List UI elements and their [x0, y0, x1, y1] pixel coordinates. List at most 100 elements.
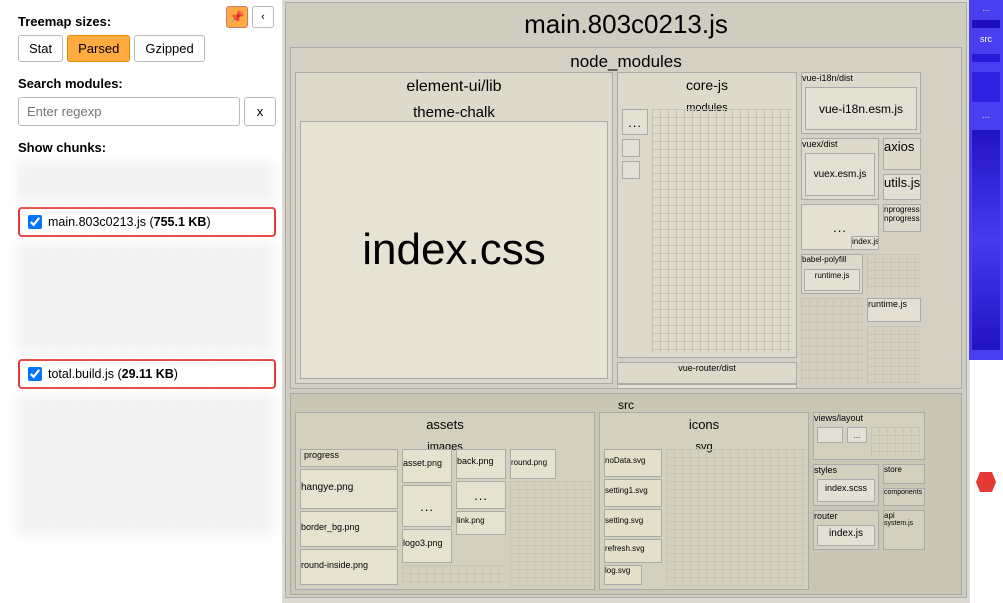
element-ui-block[interactable]: element-ui/lib theme-chalk index.css — [295, 72, 613, 384]
log-svg-block[interactable]: log.svg — [604, 565, 642, 585]
chevron-left-icon: ‹ — [261, 11, 265, 23]
core-js-title: core-js — [618, 73, 796, 98]
assets-block[interactable]: assets images progress hangye.png border… — [295, 412, 595, 590]
module-grid — [652, 109, 792, 353]
chunk-item-total[interactable]: total.build.js (29.11 KB) — [18, 359, 276, 389]
round-inside-png-block[interactable]: round-inside.png — [300, 549, 398, 585]
node-modules-block[interactable]: node_modules element-ui/lib theme-chalk … — [290, 47, 962, 389]
axios-title: axios — [884, 139, 920, 154]
runtime-js-block[interactable]: runtime.js — [804, 269, 860, 291]
utils-js-block[interactable]: utils.js — [883, 174, 921, 200]
dots-block[interactable]: ... — [402, 485, 452, 527]
treemap-root[interactable]: main.803c0213.js node_modules element-ui… — [285, 2, 967, 598]
vuex-esm-label: vuex.esm.js — [814, 169, 867, 180]
svg-grid — [666, 449, 806, 587]
api-block[interactable]: api system.js — [883, 510, 925, 550]
vuex-esm-block[interactable]: vuex.esm.js — [805, 153, 875, 196]
pin-button[interactable]: 📌 — [226, 6, 248, 28]
asset-png-block[interactable]: asset.png — [402, 449, 452, 483]
pin-icon: 📌 — [230, 10, 245, 24]
asset-grid — [510, 481, 592, 587]
show-chunks-label: Show chunks: — [18, 140, 276, 155]
nprogress-js-title: nprogress.js — [884, 214, 920, 223]
clear-search-button[interactable]: x — [244, 97, 276, 126]
router-index-js-block[interactable]: index.js — [817, 525, 875, 546]
sidebar: 📌 ‹ Treemap sizes: Stat Parsed Gzipped S… — [0, 0, 283, 603]
round-png-block[interactable]: round.png — [510, 449, 556, 479]
gzipped-button[interactable]: Gzipped — [134, 35, 204, 62]
border-bg-png-block[interactable]: border_bg.png — [300, 511, 398, 547]
tiny-module[interactable] — [622, 139, 640, 157]
tiny-grid — [867, 254, 921, 294]
setting1-svg-block[interactable]: setting1.svg — [604, 479, 662, 507]
icons-block[interactable]: icons svg noData.svg setting1.svg settin… — [599, 412, 809, 590]
axios-block[interactable]: axios — [883, 138, 921, 170]
status-icon — [976, 472, 996, 492]
styles-block[interactable]: styles index.scss — [813, 464, 879, 506]
vuex-block[interactable]: vuex/dist vuex.esm.js — [801, 138, 879, 200]
minimap-sidebar: ... src ... — [969, 0, 1003, 603]
element-ui-title: element-ui/lib — [296, 73, 612, 100]
minimap-src-label: src — [969, 34, 1003, 44]
babel-polyfill-title: babel-polyfill — [802, 255, 862, 264]
chunk-item-main[interactable]: main.803c0213.js (755.1 KB) — [18, 207, 276, 237]
setting-svg-block[interactable]: setting.svg — [604, 509, 662, 537]
tiny-module[interactable]: ... — [622, 109, 648, 135]
minimap-top[interactable]: ... src ... — [969, 0, 1003, 360]
icons-title: icons — [600, 413, 808, 437]
vue-i18n-esm-block[interactable]: vue-i18n.esm.js — [805, 87, 917, 130]
assets-title: assets — [296, 413, 594, 437]
index-js-small[interactable]: index.js — [851, 236, 879, 250]
redacted-area — [18, 161, 276, 203]
runtime-js-block2[interactable]: runtime.js — [867, 298, 921, 322]
stat-button[interactable]: Stat — [18, 35, 63, 62]
vue-router-esm-wrap: vue-router.esm.js — [617, 362, 797, 389]
babel-polyfill-block[interactable]: babel-polyfill runtime.js — [801, 254, 863, 294]
redacted-area — [18, 395, 276, 535]
chunk-checkbox-main[interactable] — [28, 215, 42, 229]
refresh-svg-block[interactable]: refresh.svg — [604, 539, 662, 563]
components-block[interactable]: components — [883, 488, 925, 506]
tiny[interactable] — [817, 427, 843, 443]
root-title: main.803c0213.js — [286, 3, 966, 46]
back-png-block[interactable]: back.png — [456, 449, 506, 479]
hangye-png-block[interactable]: hangye.png — [300, 469, 398, 509]
size-button-group: Stat Parsed Gzipped — [18, 35, 276, 62]
store-block[interactable]: store — [883, 464, 925, 484]
views-layout-block[interactable]: views/layout ... — [813, 412, 925, 460]
src-block[interactable]: src assets images progress hangye.png bo… — [290, 393, 962, 595]
progress-block[interactable]: progress — [300, 449, 398, 467]
parsed-button[interactable]: Parsed — [67, 35, 130, 62]
chunk-name-main: main.803c0213.js (755.1 KB) — [48, 215, 211, 229]
vue-router-esm-block[interactable]: vue-router.esm.js — [617, 384, 797, 389]
search-modules-label: Search modules: — [18, 76, 276, 91]
vue-i18n-block[interactable]: vue-i18n/dist vue-i18n.esm.js — [801, 72, 921, 134]
runtime-js-title: runtime.js — [805, 270, 859, 281]
dots-block2[interactable]: ... — [456, 481, 506, 509]
tiny-grid — [801, 298, 863, 384]
utils-js-title: utils.js — [884, 175, 920, 190]
router-block[interactable]: router index.js — [813, 510, 879, 550]
redacted-area — [18, 243, 276, 353]
tiny-grid — [871, 427, 921, 456]
search-input[interactable] — [18, 97, 240, 126]
nprogress-block[interactable]: nprogress nprogress.js — [883, 204, 921, 232]
core-js-block[interactable]: core-js modules ... — [617, 72, 797, 358]
index-scss-block[interactable]: index.scss — [817, 479, 875, 502]
chunk-name-total: total.build.js (29.11 KB) — [48, 367, 178, 381]
vuex-dist-title: vuex/dist — [802, 139, 878, 149]
index-css-block[interactable]: index.css — [300, 121, 608, 379]
tiny[interactable]: ... — [847, 427, 867, 443]
minimap-bottom[interactable] — [969, 360, 1003, 603]
vue-router-esm-label: vue-router.esm.js — [657, 389, 757, 390]
collapse-button[interactable]: ‹ — [252, 6, 274, 28]
index-css-label: index.css — [362, 225, 545, 275]
link-png-block[interactable]: link.png — [456, 511, 506, 535]
asset-grid2 — [402, 565, 506, 587]
logo3-png-block[interactable]: logo3.png — [402, 529, 452, 563]
nodata-svg-block[interactable]: noData.svg — [604, 449, 662, 477]
treemap[interactable]: main.803c0213.js node_modules element-ui… — [283, 0, 969, 603]
chunk-checkbox-total[interactable] — [28, 367, 42, 381]
minimap-dots2: ... — [969, 110, 1003, 121]
tiny-module[interactable] — [622, 161, 640, 179]
